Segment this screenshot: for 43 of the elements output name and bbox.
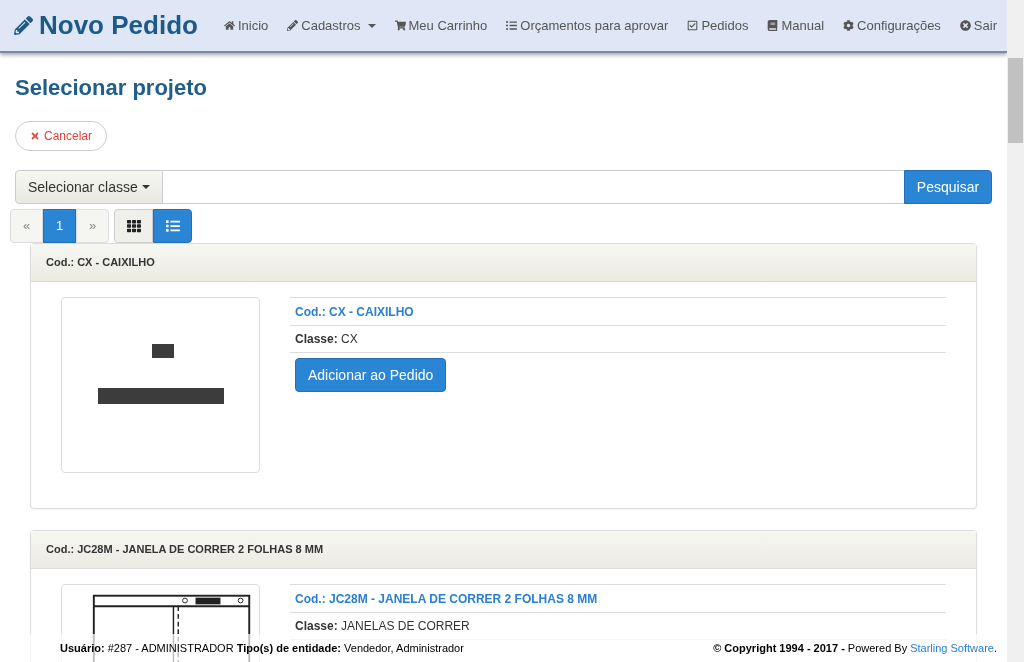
caret-icon [367, 23, 376, 28]
class-dropdown[interactable]: Selecionar classe [15, 170, 163, 204]
nav-link[interactable]: Orçamentos para aprovar [506, 15, 669, 36]
caret-icon [141, 185, 150, 189]
nav-link[interactable]: Pedidos [687, 15, 749, 36]
card-title: Cod.: JC28M - JANELA DE CORRER 2 FOLHAS 8 MM [46, 542, 324, 558]
nav-link[interactable]: Configurações [843, 15, 941, 36]
page-button[interactable]: » [76, 209, 109, 243]
grid-view-button[interactable] [114, 209, 153, 243]
project-link[interactable]: Cod.: JC28M - JANELA DE CORRER 2 FOLHAS 8 MM [295, 589, 598, 608]
pencil-icon [287, 20, 299, 31]
grid-icon [126, 219, 141, 233]
page-button[interactable]: 1 [43, 209, 76, 243]
card-title: Cod.: CX - CAIXILHO [46, 255, 155, 271]
search-field[interactable] [162, 170, 904, 204]
page-button[interactable]: « [10, 209, 43, 243]
page-title: Selecionar projeto [15, 75, 208, 101]
list-icon [506, 20, 518, 31]
add-to-order-button[interactable]: Adicionar ao Pedido [295, 358, 447, 392]
cancel-button[interactable]: Cancelar [15, 121, 108, 151]
search-button[interactable]: Pesquisar [904, 170, 992, 204]
nav-link[interactable]: Manual [767, 15, 825, 36]
copyright-text: © Copyright 1994 - 2017 - Powered By [713, 640, 908, 656]
brand-title[interactable]: Novo Pedido [14, 6, 198, 45]
company-link[interactable]: Starling Software [910, 639, 994, 657]
list-view-button[interactable] [153, 209, 192, 243]
class-text: Classe: JANELAS DE CORRER [295, 618, 470, 635]
project-link[interactable]: Cod.: CX - CAIXILHO [295, 302, 414, 321]
pencil-icon [14, 16, 33, 35]
list-icon [165, 219, 180, 233]
nav-link[interactable]: Inicio [223, 15, 269, 36]
gear-icon [843, 20, 855, 31]
nav-link[interactable]: Meu Carrinho [394, 15, 488, 36]
cart-icon [394, 20, 406, 31]
user-info: Usuário: #287 - ADMINISTRADOR Tipo(s) de entidade: Vendedor, Administrador [60, 640, 464, 656]
period-text: . [993, 640, 997, 656]
close-icon [30, 131, 40, 141]
nav-link[interactable]: Cadastros [287, 15, 376, 36]
book-icon [767, 20, 779, 31]
checkbox-icon [687, 20, 699, 31]
nav-link[interactable]: Sair [959, 15, 997, 36]
home-icon [223, 20, 235, 31]
class-text: Classe: CX [295, 331, 358, 348]
